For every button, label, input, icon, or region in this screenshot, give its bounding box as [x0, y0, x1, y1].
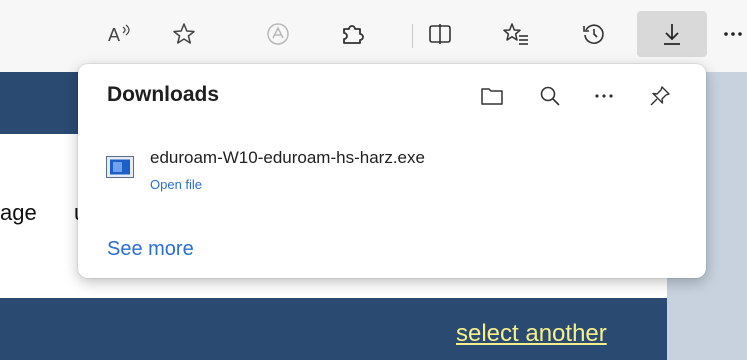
puzzle-icon — [343, 25, 364, 44]
download-item[interactable]: eduroam-W10-eduroam-hs-harz.exe Open fil… — [100, 142, 520, 202]
browser-toolbar: A — [0, 0, 747, 72]
downloads-button[interactable] — [637, 11, 707, 57]
search-downloads-button[interactable] — [532, 78, 568, 114]
read-aloud-button[interactable]: A — [100, 14, 140, 54]
download-file-name: eduroam-W10-eduroam-hs-harz.exe — [150, 148, 425, 167]
downloads-panel: Downloads eduroam-W10-eduroam-hs-harz.ex — [78, 64, 706, 278]
see-more-link[interactable]: See more — [107, 238, 194, 261]
disabled-extension-button[interactable] — [258, 14, 298, 54]
extension-faded-icon — [267, 23, 289, 45]
downloads-more-options-button[interactable] — [586, 78, 622, 114]
pin-icon — [650, 86, 670, 106]
extensions-button[interactable] — [332, 14, 372, 54]
more-options-icon — [595, 94, 613, 98]
search-icon — [540, 86, 560, 106]
favorites-list-icon — [503, 23, 528, 45]
folder-icon — [481, 88, 503, 105]
executable-file-icon — [106, 156, 134, 178]
toolbar-separator — [412, 24, 413, 48]
pin-downloads-button[interactable] — [642, 78, 678, 114]
svg-text:A: A — [108, 25, 120, 45]
split-screen-button[interactable] — [420, 14, 460, 54]
read-aloud-icon: A — [108, 24, 130, 45]
open-file-link[interactable]: Open file — [150, 177, 202, 192]
star-icon — [173, 23, 195, 44]
split-screen-icon — [429, 24, 451, 44]
select-another-link[interactable]: select another — [456, 320, 607, 348]
download-icon — [664, 24, 680, 45]
favorites-button[interactable] — [496, 14, 536, 54]
page-text-fragment: age — [0, 200, 37, 225]
open-downloads-folder-button[interactable] — [474, 78, 510, 114]
add-favorite-button[interactable] — [164, 14, 204, 54]
history-button[interactable] — [574, 14, 614, 54]
more-menu-button[interactable] — [720, 14, 747, 54]
downloads-panel-title: Downloads — [107, 83, 220, 106]
history-icon — [583, 24, 604, 44]
more-icon — [724, 32, 742, 36]
